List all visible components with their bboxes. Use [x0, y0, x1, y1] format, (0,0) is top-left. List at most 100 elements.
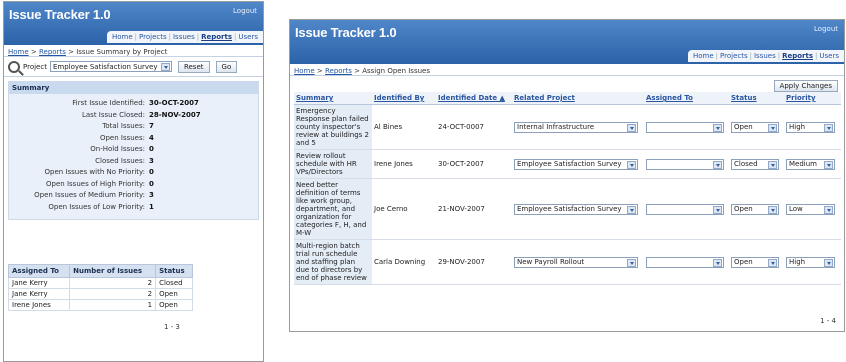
table-row: Multi-region batch trial run schedule an… [294, 239, 841, 285]
nav-home[interactable]: Home [110, 33, 135, 41]
status-select-value: Closed [734, 160, 758, 168]
breadcrumb-home[interactable]: Home [8, 48, 29, 56]
status-select-value: Open [734, 258, 753, 266]
status-select[interactable]: Open [731, 203, 779, 215]
breadcrumb-current: Issue Summary by Project [76, 48, 168, 56]
cell-assigned [644, 149, 729, 179]
col-identified-date[interactable]: Identified Date ▲ [436, 92, 512, 105]
chevron-down-icon [713, 123, 722, 132]
cell-assigned: Jane Kerry [7, 288, 71, 300]
summary-title: Summary [9, 82, 258, 94]
summary-value: 0 [149, 145, 154, 153]
project-select-value: Employee Satisfaction Survey [52, 62, 158, 71]
chevron-down-icon [713, 160, 722, 169]
summary-value: 0 [149, 168, 154, 176]
issue-summary-window: Issue Tracker 1.0 Logout Home | Projects |… [3, 1, 264, 362]
summary-value: 28-NOV-2007 [149, 110, 201, 119]
summary-label: Open Issues with No Priority: [44, 168, 145, 176]
status-select[interactable]: Closed [731, 158, 779, 170]
project-select[interactable]: Employee Satisfaction Survey [49, 61, 172, 72]
chevron-down-icon [160, 63, 170, 71]
breadcrumb-reports[interactable]: Reports [325, 67, 352, 75]
chevron-down-icon [627, 205, 636, 214]
priority-select[interactable]: High [786, 256, 835, 268]
table-row: Jane Kerry 2 Open [7, 288, 193, 300]
cell-count: 1 [69, 299, 157, 311]
assigned-table: Assigned To Number of Issues Status Jane… [7, 264, 193, 311]
chevron-down-icon [713, 258, 722, 267]
cell-summary: Review rollout schedule with HR VPs/Dire… [294, 149, 372, 179]
cell-assigned [644, 104, 729, 150]
col-number-of-issues[interactable]: Number of Issues [69, 264, 157, 278]
table-row: Jane Kerry 2 Closed [7, 277, 193, 289]
cell-status: Open [729, 239, 784, 285]
assigned-select[interactable] [646, 256, 724, 268]
priority-select[interactable]: High [786, 121, 835, 133]
priority-select-value: Medium [789, 160, 817, 168]
col-assigned-to[interactable]: Assigned To [644, 92, 729, 105]
col-summary[interactable]: Summary [294, 92, 372, 105]
project-select[interactable]: Internal Infrastructure [514, 121, 638, 133]
pagination: 1 - 4 [820, 317, 836, 325]
project-select[interactable]: Employee Satisfaction Survey [514, 158, 638, 170]
nav-users[interactable]: Users [817, 52, 841, 60]
nav-home[interactable]: Home [691, 52, 716, 60]
logout-link[interactable]: Logout [814, 25, 838, 33]
assigned-select[interactable] [646, 121, 724, 133]
summary-label: Open Issues of Medium Priority: [34, 191, 145, 199]
breadcrumb-reports[interactable]: Reports [39, 48, 66, 56]
apply-changes-button[interactable]: Apply Changes [773, 80, 838, 92]
nav-users[interactable]: Users [236, 33, 260, 41]
logout-link[interactable]: Logout [233, 7, 257, 15]
assigned-select[interactable] [646, 158, 724, 170]
assigned-select[interactable] [646, 203, 724, 215]
project-select-value: Employee Satisfaction Survey [517, 160, 622, 168]
summary-label: Total Issues: [102, 122, 145, 130]
table-row: Review rollout schedule with HR VPs/Dire… [294, 149, 841, 179]
project-select[interactable]: New Payroll Rollout [514, 256, 638, 268]
status-select-value: Open [734, 123, 753, 131]
project-select-value: New Payroll Rollout [517, 258, 585, 266]
assign-open-issues-window: Issue Tracker 1.0 Logout Home | Projects |… [289, 19, 845, 332]
cell-project: Employee Satisfaction Survey [512, 149, 644, 179]
reset-button[interactable]: Reset [177, 60, 210, 73]
col-status[interactable]: Status [729, 92, 784, 105]
col-priority[interactable]: Priority [784, 92, 841, 105]
chevron-down-icon [713, 205, 722, 214]
cell-summary: Need better definition of terms like wor… [294, 178, 372, 240]
project-select-value: Employee Satisfaction Survey [517, 205, 622, 213]
col-related-project[interactable]: Related Project [512, 92, 644, 105]
summary-panel: Summary First Issue Identified: 30-OCT-20… [8, 81, 259, 220]
chevron-down-icon [768, 205, 777, 214]
nav-projects[interactable]: Projects [137, 33, 169, 41]
cell-project: New Payroll Rollout [512, 239, 644, 285]
chevron-down-icon [627, 258, 636, 267]
col-assigned-to[interactable]: Assigned To [7, 264, 71, 278]
project-select[interactable]: Employee Satisfaction Survey [514, 203, 638, 215]
cell-status: Open [729, 104, 784, 150]
status-select[interactable]: Open [731, 256, 779, 268]
summary-label: Last Issue Closed: [81, 110, 145, 119]
status-select-value: Open [734, 205, 753, 213]
priority-select[interactable]: Medium [786, 158, 835, 170]
priority-select[interactable]: Low [786, 203, 835, 215]
cell-status: Closed [729, 149, 784, 179]
nav-projects[interactable]: Projects [718, 52, 750, 60]
breadcrumb-home[interactable]: Home [294, 67, 315, 75]
col-identified-by[interactable]: Identified By [372, 92, 436, 105]
go-button[interactable]: Go [215, 60, 238, 73]
col-status[interactable]: Status [155, 264, 193, 278]
chevron-down-icon [627, 123, 636, 132]
nav-issues[interactable]: Issues [752, 52, 778, 60]
breadcrumb: Home > Reports > Issue Summary by Projec… [4, 45, 263, 57]
nav-bar: Home | Projects | Issues | Reports | Users [687, 50, 844, 62]
nav-reports[interactable]: Reports [780, 52, 815, 60]
breadcrumb-current: Assign Open Issues [362, 67, 430, 75]
nav-issues[interactable]: Issues [171, 33, 197, 41]
status-select[interactable]: Open [731, 121, 779, 133]
summary-row: First Issue Identified: 30-OCT-2007 [9, 98, 258, 110]
table-row: Irene Jones 1 Open [7, 299, 193, 311]
nav-reports[interactable]: Reports [199, 33, 234, 41]
summary-row: On-Hold Issues: 0 [9, 144, 258, 156]
cell-priority: Medium [784, 149, 841, 179]
